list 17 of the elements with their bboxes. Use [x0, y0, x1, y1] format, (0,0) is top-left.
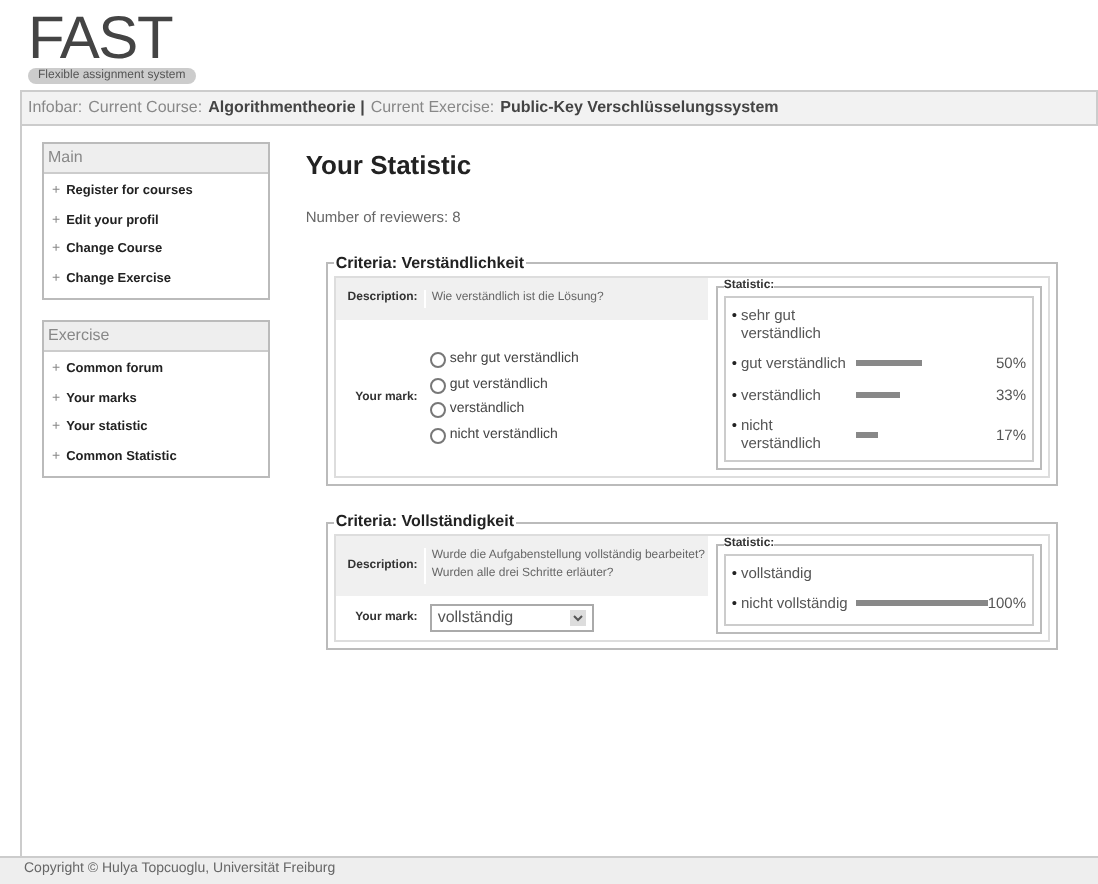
statistic-bar [855, 431, 879, 438]
statistic-bar [855, 600, 988, 607]
radio-button[interactable] [429, 427, 446, 444]
sidebar-heading: Exercise [44, 322, 268, 352]
statistic-bar [855, 359, 922, 366]
statistic-bar [855, 392, 900, 399]
criteria-title: Criteria: Verständlichkeit [333, 251, 527, 276]
infobar: Infobar: Current Course: Algorithmentheorie | Current Exercise: Public-Key Verschlüsselungssystem [20, 90, 1098, 126]
criteria-title: Criteria: Vollständigkeit [333, 510, 517, 535]
page-title: Your Statistic [305, 148, 474, 184]
sidebar-heading: Main [44, 144, 268, 174]
radio-button[interactable] [429, 377, 446, 394]
mark-select[interactable]: vollständig [429, 604, 594, 633]
dropdown-arrow-icon [569, 610, 586, 627]
radio-button[interactable] [429, 402, 446, 419]
logo-title: FAST [28, 12, 173, 68]
radio-button[interactable] [429, 352, 446, 369]
